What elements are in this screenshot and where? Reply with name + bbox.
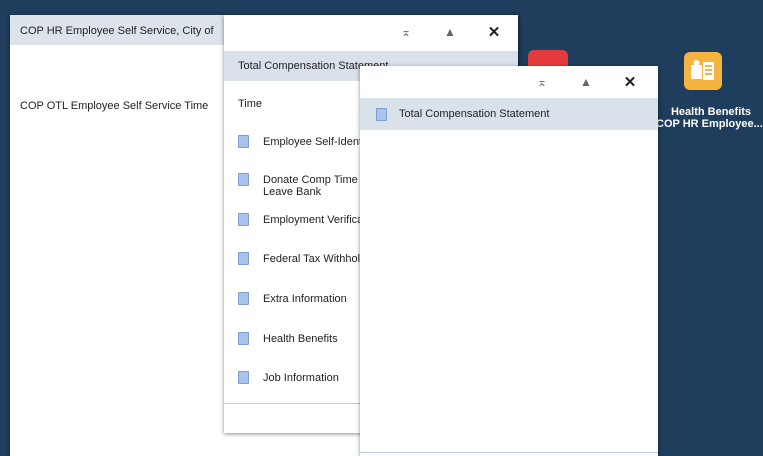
- selected-item-label: Total Compensation Statement: [399, 108, 550, 120]
- document-icon: [238, 213, 249, 226]
- section-heading: Time: [238, 98, 263, 110]
- window-controls: ⌅ ▲ ✕: [384, 18, 516, 46]
- document-icon: [238, 371, 249, 384]
- document-icon: [238, 252, 249, 265]
- list-item-label: Job Information: [263, 372, 339, 384]
- document-icon: [238, 332, 249, 345]
- health-benefits-tile-label[interactable]: Health Benefits COP HR Employee...: [656, 106, 763, 130]
- window-controls: ⌅ ▲ ✕: [520, 68, 652, 96]
- list-item[interactable]: COP HR Employee Self Service, City of: [20, 25, 223, 37]
- scroll-up-icon[interactable]: ▲: [564, 75, 608, 89]
- list-item-label: Federal Tax Withholding: [263, 253, 363, 265]
- window-header: ⌅ ▲ ✕: [224, 15, 518, 49]
- list-item[interactable]: COP OTL Employee Self Service Time: [20, 100, 223, 112]
- list-item-label: Employment Verification: [263, 214, 363, 226]
- move-to-top-icon[interactable]: ⌅: [520, 75, 564, 89]
- window-total-compensation: ⌅ ▲ ✕ Total Compensation Statement: [360, 66, 658, 456]
- list-item-label: Donate Comp Time Leave Bank: [263, 174, 358, 198]
- health-benefits-tile-icon[interactable]: [684, 52, 722, 90]
- document-icon: [376, 107, 387, 121]
- close-icon[interactable]: ✕: [608, 73, 652, 91]
- tile-label-title: Health Benefits: [670, 106, 752, 118]
- window-header: ⌅ ▲ ✕: [360, 66, 658, 94]
- close-icon[interactable]: ✕: [472, 23, 516, 41]
- document-person-icon: [691, 60, 714, 80]
- document-icon: [238, 135, 249, 148]
- list-item-label: Employee Self-Identification: [263, 136, 363, 148]
- tile-label-subtitle: COP HR Employee...: [656, 118, 762, 130]
- list-item-label: Health Benefits: [263, 333, 338, 345]
- list-item-label: Extra Information: [263, 293, 347, 305]
- document-icon: [238, 173, 249, 186]
- selected-item[interactable]: Total Compensation Statement: [360, 98, 658, 130]
- move-to-top-icon[interactable]: ⌅: [384, 25, 428, 39]
- scroll-up-icon[interactable]: ▲: [428, 25, 472, 39]
- document-icon: [238, 292, 249, 305]
- window-footer-divider: [360, 452, 658, 453]
